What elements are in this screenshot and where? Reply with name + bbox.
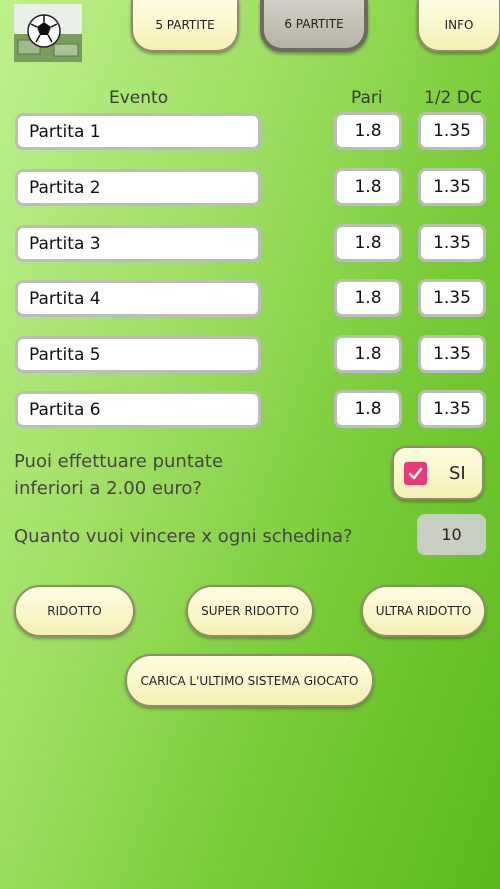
tab-6-partite[interactable]: 6 PARTITE	[260, 0, 368, 52]
dc-odd-input[interactable]: 1.35	[418, 112, 486, 150]
win-target-input[interactable]: 10	[417, 514, 486, 555]
event-name-input[interactable]: Partita 2	[15, 169, 261, 206]
super-ridotto-button[interactable]: SUPER RIDOTTO	[186, 585, 314, 637]
column-header-event: Evento	[109, 88, 169, 108]
dc-odd-input[interactable]: 1.35	[418, 335, 486, 373]
dc-odd-input[interactable]: 1.35	[418, 224, 486, 262]
low-bet-question: Puoi effettuare puntate inferiori a 2.00…	[14, 448, 223, 502]
pari-odd-input[interactable]: 1.8	[334, 390, 402, 428]
app-logo-icon	[14, 4, 82, 62]
checkmark-icon	[404, 461, 427, 485]
pari-odd-input[interactable]: 1.8	[334, 279, 402, 317]
pari-odd-input[interactable]: 1.8	[334, 112, 402, 150]
low-bet-question-line2: inferiori a 2.00 euro?	[14, 478, 202, 499]
event-name-input[interactable]: Partita 5	[15, 336, 261, 373]
event-name-input[interactable]: Partita 4	[15, 280, 261, 317]
column-header-pari: Pari	[351, 88, 383, 108]
carica-ultimo-sistema-button[interactable]: CARICA L'ULTIMO SISTEMA GIOCATO	[125, 654, 374, 707]
event-name-input[interactable]: Partita 1	[15, 113, 261, 150]
column-header-dc: 1/2 DC	[424, 88, 482, 108]
dc-odd-input[interactable]: 1.35	[418, 390, 486, 428]
win-target-question: Quanto vuoi vincere x ogni schedina?	[14, 526, 353, 547]
event-name-input[interactable]: Partita 3	[15, 225, 261, 262]
tab-5-partite[interactable]: 5 PARTITE	[131, 0, 239, 52]
dc-odd-input[interactable]: 1.35	[418, 168, 486, 206]
ultra-ridotto-button[interactable]: ULTRA RIDOTTO	[361, 585, 486, 637]
checkbox-label: SI	[449, 462, 466, 484]
low-bet-checkbox[interactable]: SI	[392, 446, 484, 500]
ridotto-button[interactable]: RIDOTTO	[14, 585, 135, 637]
tab-info[interactable]: INFO	[417, 0, 500, 52]
low-bet-question-line1: Puoi effettuare puntate	[14, 451, 224, 472]
dc-odd-input[interactable]: 1.35	[418, 279, 486, 317]
pari-odd-input[interactable]: 1.8	[334, 168, 402, 206]
pari-odd-input[interactable]: 1.8	[334, 224, 402, 262]
pari-odd-input[interactable]: 1.8	[334, 335, 402, 373]
event-name-input[interactable]: Partita 6	[15, 391, 261, 428]
